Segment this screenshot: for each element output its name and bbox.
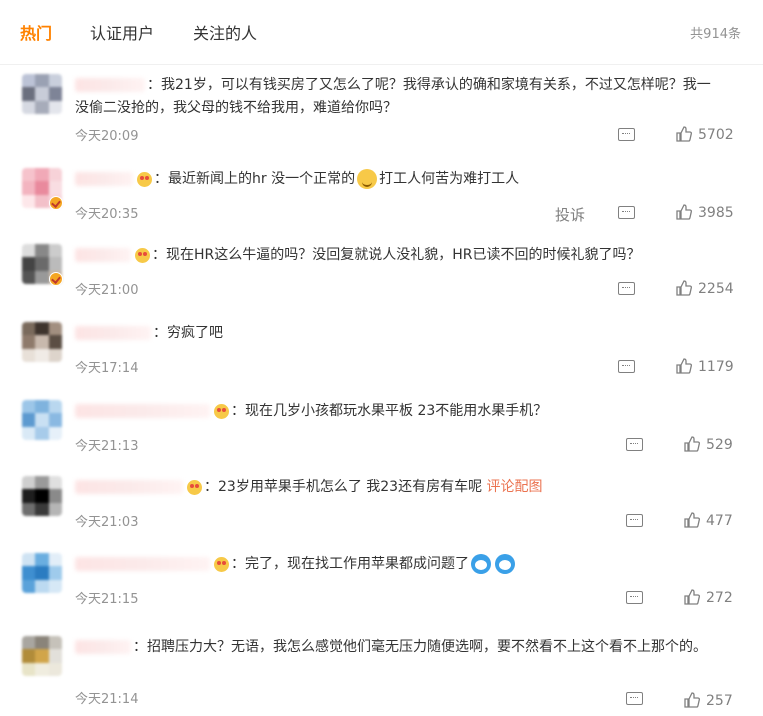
like-button[interactable]: 1179: [676, 358, 734, 375]
comment-time: 今天21:00: [75, 283, 139, 298]
tab-hot[interactable]: 热门: [20, 20, 52, 44]
verified-badge-icon: [49, 272, 63, 286]
avatar[interactable]: [22, 322, 62, 362]
comment-image-link[interactable]: 评论配图: [487, 479, 543, 495]
username[interactable]: [75, 404, 210, 418]
comment-total-count: 共914条: [690, 27, 741, 42]
comment-time: 今天21:13: [75, 439, 139, 454]
verified-badge-icon: [49, 196, 63, 210]
avatar[interactable]: [22, 400, 62, 440]
comment-text: ：招聘压力大？无语，我怎么感觉他们毫无压力随便选啊，要不然看不上这个看不上那个的…: [75, 636, 735, 659]
comment-text: ：穷疯了吧: [75, 322, 735, 345]
thumbs-up-icon: [676, 280, 692, 296]
comment-icon[interactable]: [626, 591, 643, 604]
like-count: 1179: [698, 359, 734, 375]
comment-text: ：最近新闻上的hr 没一个正常的 打工人何苦为难打工人: [75, 168, 735, 191]
thumbs-up-icon: [684, 436, 700, 452]
report-button[interactable]: 投诉: [555, 204, 585, 225]
like-count: 529: [706, 437, 733, 453]
like-count: 5702: [698, 127, 734, 143]
like-button[interactable]: 529: [684, 436, 733, 453]
comment-text: ：23岁用苹果手机怎么了 我23还有房有车呢 评论配图: [75, 476, 735, 499]
tab-following[interactable]: 关注的人: [193, 20, 257, 44]
comment-text: ：现在几岁小孩都玩水果平板 23不能用水果手机？: [75, 400, 735, 423]
member-emoji-icon: [214, 556, 229, 572]
like-count: 477: [706, 513, 733, 529]
like-count: 257: [706, 693, 733, 709]
tab-verified-users[interactable]: 认证用户: [90, 20, 154, 44]
comment-time: 今天20:35: [75, 207, 139, 222]
like-count: 3985: [698, 205, 734, 221]
comment-icon[interactable]: [618, 206, 635, 219]
comment-text: ：现在HR这么牛逼的吗？没回复就说人没礼貌，HR已读不回的时候礼貌了吗？: [75, 244, 735, 267]
comment-time: 今天21:14: [75, 692, 139, 707]
thumbs-up-icon: [684, 512, 700, 528]
like-button[interactable]: 477: [684, 512, 733, 529]
avatar[interactable]: [22, 74, 62, 114]
avatar[interactable]: [22, 476, 62, 516]
comment-icon[interactable]: [618, 128, 635, 141]
thumbs-up-icon: [676, 358, 692, 374]
comment-time: 今天20:09: [75, 129, 139, 144]
thumbs-up-icon: [676, 126, 692, 142]
member-emoji-icon: [135, 247, 150, 263]
thumbs-up-icon: [684, 692, 700, 708]
doraemon-emoji-icon: [495, 554, 515, 574]
comment-text: ：我21岁，可以有钱买房了又怎么了呢？我得承认的确和家境有关系，不过又怎样呢？我…: [75, 77, 711, 116]
username[interactable]: [75, 78, 145, 92]
comment-icon[interactable]: [626, 438, 643, 451]
username[interactable]: [75, 172, 133, 186]
username[interactable]: [75, 557, 210, 571]
thumbs-up-icon: [684, 589, 700, 605]
like-count: 2254: [698, 281, 734, 297]
username[interactable]: [75, 640, 131, 654]
comment-time: 今天17:14: [75, 361, 139, 376]
member-emoji-icon: [137, 171, 152, 187]
like-button[interactable]: 2254: [676, 280, 734, 297]
comment-tabs: 热门 认证用户 关注的人 共914条: [0, 0, 763, 65]
like-count: 272: [706, 590, 733, 606]
comment-time: 今天21:03: [75, 515, 139, 530]
comment-icon[interactable]: [618, 360, 635, 373]
comment-icon[interactable]: [618, 282, 635, 295]
member-emoji-icon: [187, 479, 202, 495]
username[interactable]: [75, 326, 151, 340]
like-button[interactable]: 272: [684, 589, 733, 606]
username[interactable]: [75, 248, 131, 262]
member-emoji-icon: [214, 403, 229, 419]
like-button[interactable]: 3985: [676, 204, 734, 221]
avatar[interactable]: [22, 553, 62, 593]
comment-icon[interactable]: [626, 514, 643, 527]
thumbs-up-icon: [676, 204, 692, 220]
avatar[interactable]: [22, 636, 62, 676]
comment-text: ：完了，现在找工作用苹果都成问题了: [75, 553, 735, 576]
comment-icon[interactable]: [626, 692, 643, 705]
like-button[interactable]: 257: [684, 692, 733, 709]
username[interactable]: [75, 480, 183, 494]
comment-time: 今天21:15: [75, 592, 139, 607]
doraemon-emoji-icon: [471, 554, 491, 574]
smile-emoji-icon: [357, 169, 378, 189]
like-button[interactable]: 5702: [676, 126, 734, 143]
